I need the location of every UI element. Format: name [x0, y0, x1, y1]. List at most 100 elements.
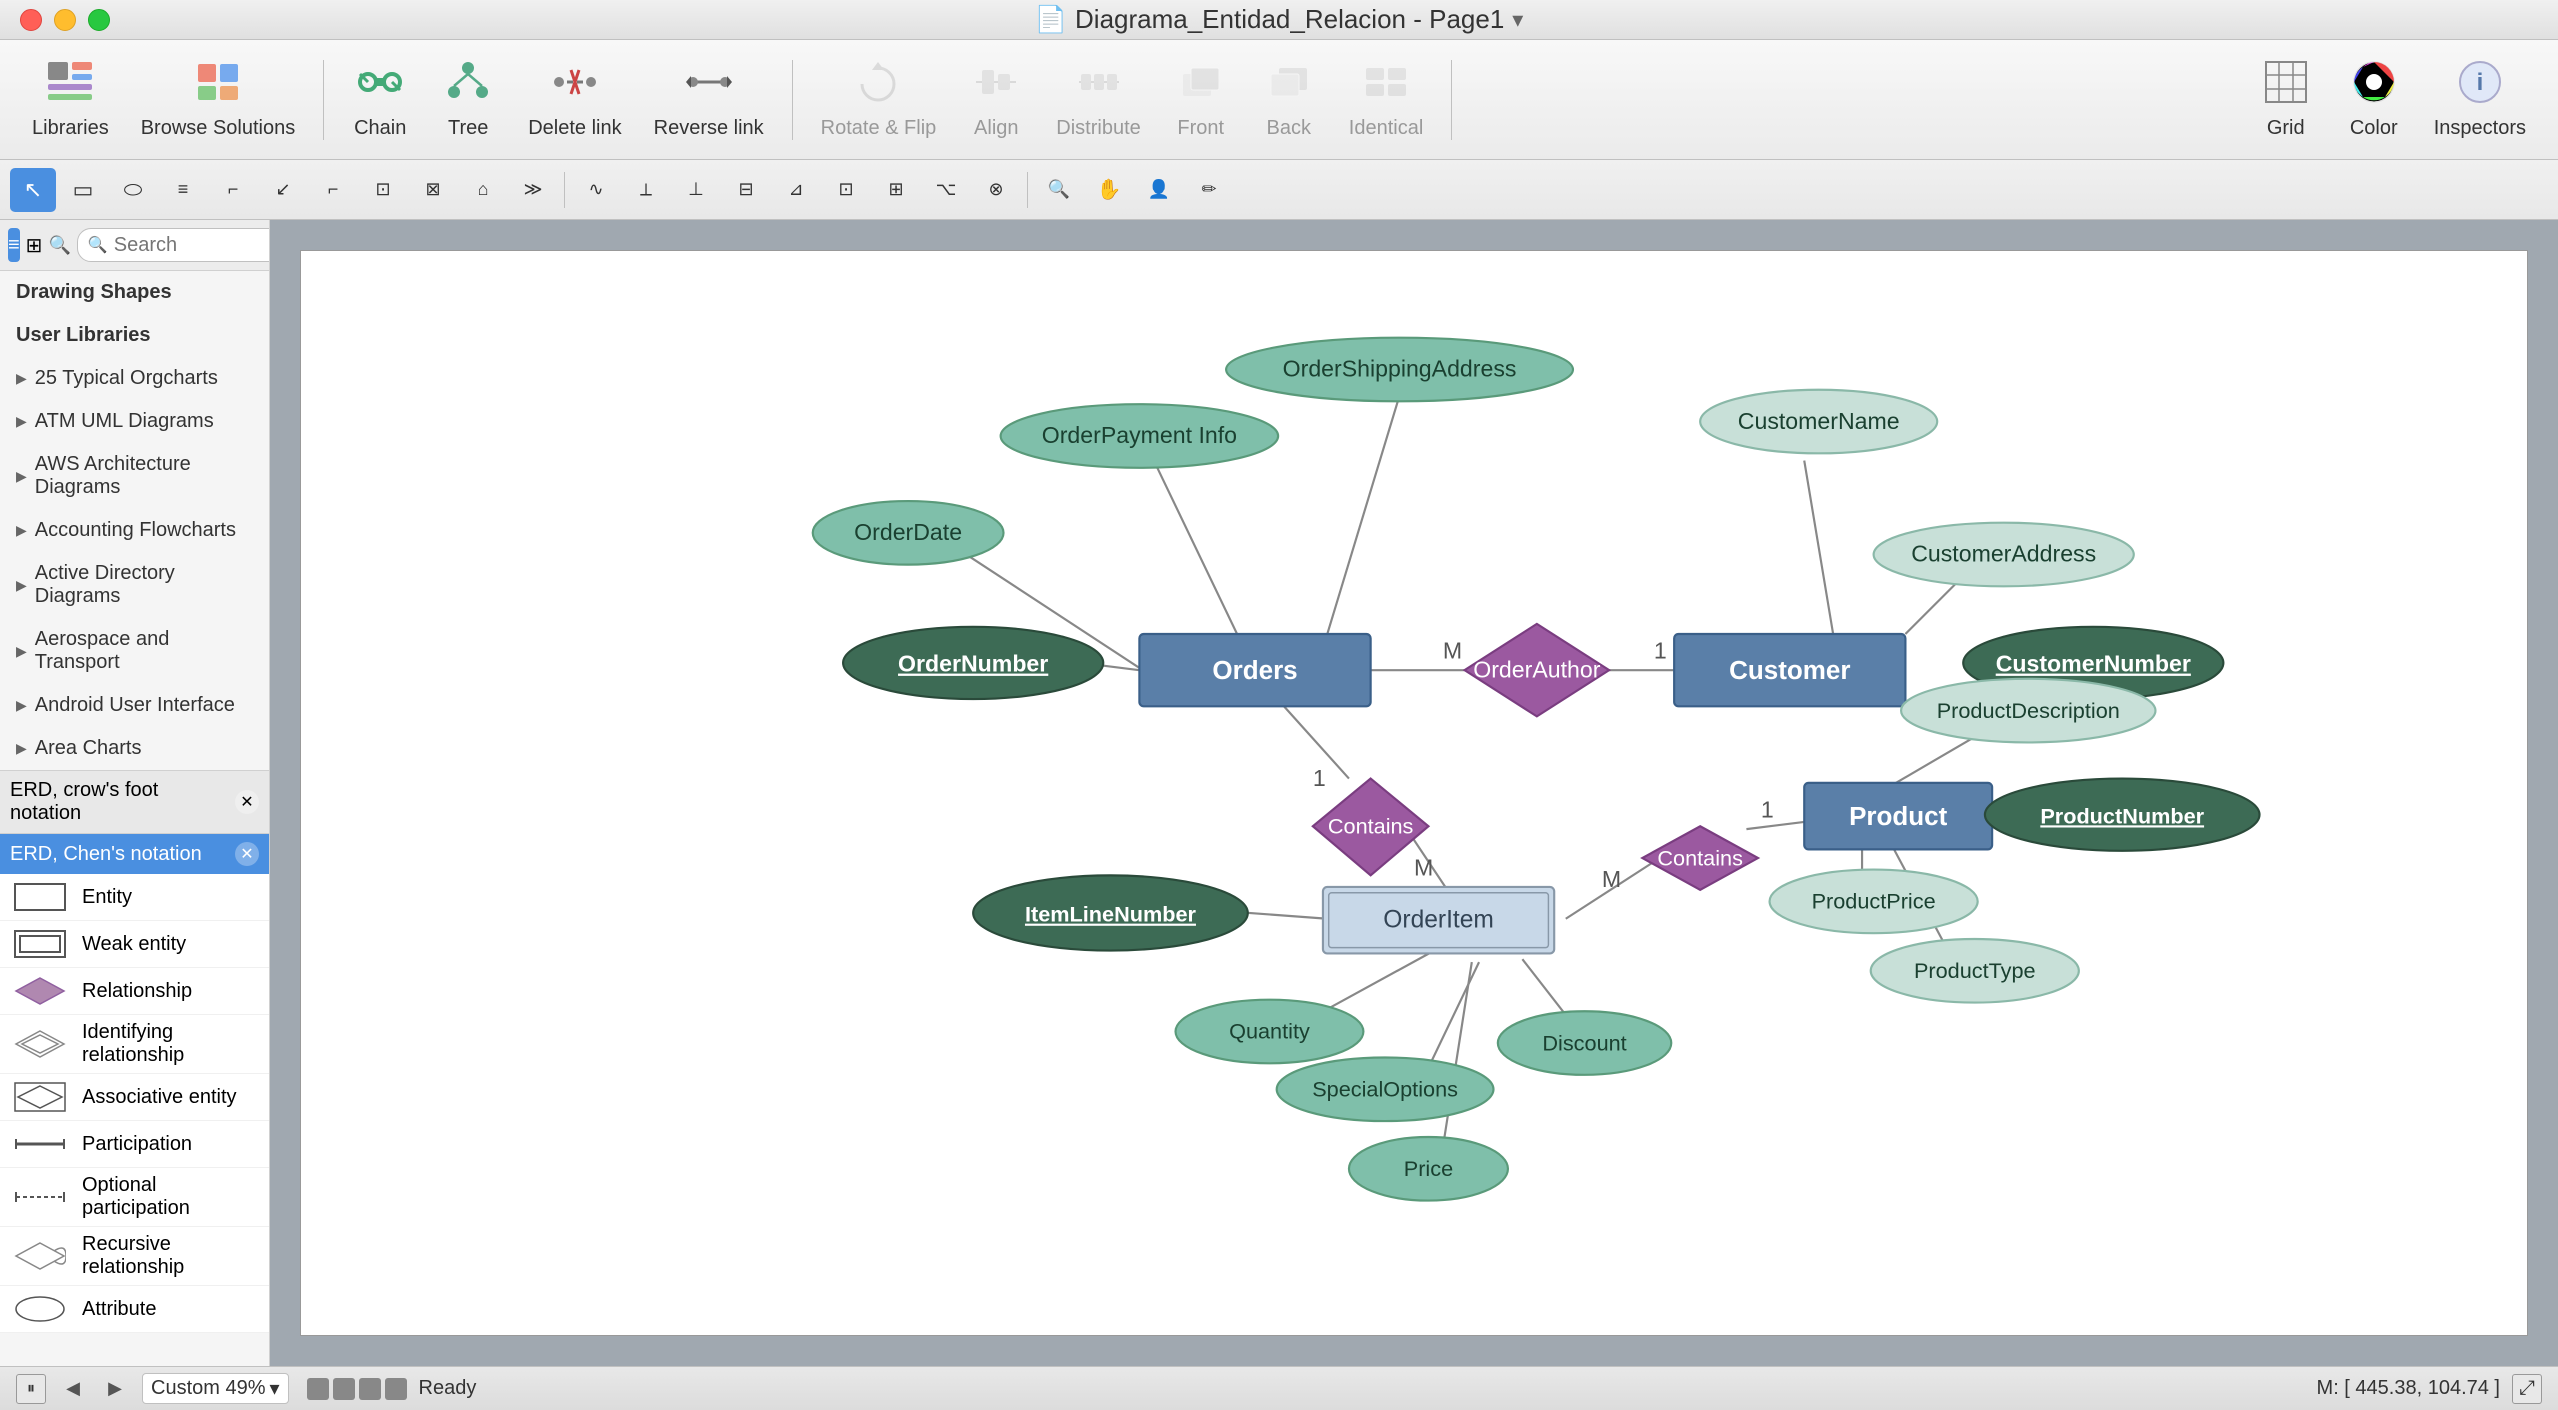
tool-rect[interactable]: ▭ — [60, 168, 106, 212]
diagram-svg: M 1 1 M — [301, 251, 2527, 1335]
tool-text[interactable]: ≡ — [160, 168, 206, 212]
page-dot-1[interactable] — [307, 1378, 329, 1400]
erd-chens-close[interactable]: ✕ — [235, 842, 259, 866]
diagram-canvas[interactable]: M 1 1 M — [300, 250, 2528, 1336]
sidebar-item-user-libraries[interactable]: User Libraries — [0, 314, 269, 357]
tool-sq2[interactable]: ⊡ — [823, 168, 869, 212]
toolbar-libraries[interactable]: Libraries — [20, 52, 121, 148]
identifying-rel-shape-preview — [10, 1027, 70, 1061]
erd-crowsfoot-panel[interactable]: ERD, crow's foot notation ✕ — [0, 770, 269, 833]
tool-minus[interactable]: ⊥ — [673, 168, 719, 212]
toolbar-color[interactable]: Color — [2334, 52, 2414, 148]
prev-page-button[interactable]: ◀ — [58, 1374, 88, 1404]
erd-item-relationship[interactable]: Relationship — [0, 968, 269, 1015]
minimize-button[interactable] — [54, 9, 76, 31]
tool-wave[interactable]: ∿ — [573, 168, 619, 212]
toolbar-reverse-link[interactable]: Reverse link — [642, 52, 776, 148]
search-icon: 🔍 — [88, 235, 108, 255]
sidebar-list-view[interactable]: ≡ — [8, 228, 20, 262]
tool-tri[interactable]: ⊿ — [773, 168, 819, 212]
title-dropdown-icon[interactable]: ▾ — [1512, 7, 1523, 33]
rotate-icon — [854, 60, 902, 111]
sidebar-grid-view[interactable]: ⊞ — [26, 228, 43, 262]
toolbar-align[interactable]: Align — [956, 52, 1036, 148]
sidebar-item-active-dir[interactable]: ▶ Active Directory Diagrams — [0, 552, 269, 618]
tool-person[interactable]: 👤 — [1136, 168, 1182, 212]
sidebar-search-btn[interactable]: 🔍 — [48, 228, 70, 262]
erd-crowsfoot-close[interactable]: ✕ — [235, 790, 259, 814]
tool-hand[interactable]: ✋ — [1086, 168, 1132, 212]
delete-link-icon — [551, 60, 599, 111]
tool-house[interactable]: ⌂ — [460, 168, 506, 212]
tool-square[interactable]: ⊟ — [723, 168, 769, 212]
erd-item-identifying-rel[interactable]: Identifying relationship — [0, 1015, 269, 1074]
toolbar-tree[interactable]: Tree — [428, 52, 508, 148]
erd-item-opt-participation[interactable]: Optional participation — [0, 1168, 269, 1227]
window-title: Diagrama_Entidad_Relacion - Page1 — [1075, 4, 1504, 35]
svg-text:ProductType: ProductType — [1914, 958, 2036, 983]
next-page-button[interactable]: ▶ — [100, 1374, 130, 1404]
close-button[interactable] — [20, 9, 42, 31]
tool-box1[interactable]: ⊡ — [360, 168, 406, 212]
tool-perp[interactable]: ⟂ — [623, 168, 669, 212]
tool-pen[interactable]: ✏ — [1186, 168, 1232, 212]
erd-item-weak-entity[interactable]: Weak entity — [0, 921, 269, 968]
tool-line1[interactable]: ⌐ — [210, 168, 256, 212]
aws-arch-label: AWS Architecture Diagrams — [35, 453, 253, 499]
page-dot-2[interactable] — [333, 1378, 355, 1400]
page-dot-4[interactable] — [385, 1378, 407, 1400]
sidebar-item-android[interactable]: ▶ Android User Interface — [0, 684, 269, 727]
toolbar-grid[interactable]: Grid — [2246, 52, 2326, 148]
canvas-container[interactable]: M 1 1 M — [270, 220, 2558, 1366]
pause-button[interactable]: ⏸ — [16, 1374, 46, 1404]
toolbar-chain[interactable]: Chain — [340, 52, 420, 148]
area-charts-label: Area Charts — [35, 737, 142, 760]
toolbar-browse[interactable]: Browse Solutions — [129, 52, 308, 148]
sidebar-item-aws-arch[interactable]: ▶ AWS Architecture Diagrams — [0, 443, 269, 509]
browse-icon — [194, 60, 242, 111]
zoom-selector[interactable]: Custom 49% ▾ — [142, 1373, 289, 1404]
search-input[interactable] — [114, 234, 270, 257]
toolbar-rotate[interactable]: Rotate & Flip — [809, 52, 949, 148]
tool-grid[interactable]: ⊞ — [873, 168, 919, 212]
erd-chens-panel[interactable]: ERD, Chen's notation ✕ — [0, 833, 269, 874]
tool-select[interactable]: ↖ — [10, 168, 56, 212]
fullscreen-button[interactable]: ⤢ — [2512, 1374, 2542, 1404]
maximize-button[interactable] — [88, 9, 110, 31]
zoom-label: Custom 49% — [151, 1377, 266, 1400]
toolbar-back[interactable]: Back — [1249, 52, 1329, 148]
tool-zoom-out[interactable]: 🔍 — [1036, 168, 1082, 212]
sidebar-item-accounting[interactable]: ▶ Accounting Flowcharts — [0, 509, 269, 552]
sidebar-item-atm-uml[interactable]: ▶ ATM UML Diagrams — [0, 400, 269, 443]
tool-circle[interactable]: ⊗ — [973, 168, 1019, 212]
svg-text:ProductDescription: ProductDescription — [1937, 698, 2120, 723]
page-dot-3[interactable] — [359, 1378, 381, 1400]
color-label: Color — [2350, 117, 2398, 140]
erd-item-recursive[interactable]: Recursive relationship — [0, 1227, 269, 1286]
sidebar-item-25-orgcharts[interactable]: ▶ 25 Typical Orgcharts — [0, 357, 269, 400]
toolbar-delete-link[interactable]: Delete link — [516, 52, 633, 148]
toolbar-front[interactable]: Front — [1161, 52, 1241, 148]
toolbar-inspectors[interactable]: i Inspectors — [2422, 52, 2538, 148]
toolbar-identical[interactable]: Identical — [1337, 52, 1436, 148]
reverse-link-label: Reverse link — [654, 117, 764, 140]
erd-item-entity[interactable]: Entity — [0, 874, 269, 921]
sidebar-item-drawing-shapes[interactable]: Drawing Shapes — [0, 271, 269, 314]
sidebar-item-area-charts[interactable]: ▶ Area Charts — [0, 727, 269, 770]
tool-line3[interactable]: ⌐ — [310, 168, 356, 212]
erd-item-participation[interactable]: Participation — [0, 1121, 269, 1168]
arrow-accounting: ▶ — [16, 522, 27, 539]
tool-box2[interactable]: ⊠ — [410, 168, 456, 212]
align-icon — [972, 60, 1020, 111]
tool-ellipse[interactable]: ⬭ — [110, 168, 156, 212]
tool-alt[interactable]: ⌥ — [923, 168, 969, 212]
erd-item-assoc-entity[interactable]: Associative entity — [0, 1074, 269, 1121]
erd-item-attribute[interactable]: Attribute — [0, 1286, 269, 1333]
grid-icon — [2264, 60, 2308, 111]
tool-angle[interactable]: ≫ — [510, 168, 556, 212]
tool-line2[interactable]: ↙ — [260, 168, 306, 212]
sidebar-header: ≡ ⊞ 🔍 🔍 — [0, 220, 269, 271]
attribute-shape-preview — [10, 1292, 70, 1326]
toolbar-distribute[interactable]: Distribute — [1044, 52, 1152, 148]
sidebar-item-aerospace[interactable]: ▶ Aerospace and Transport — [0, 618, 269, 684]
